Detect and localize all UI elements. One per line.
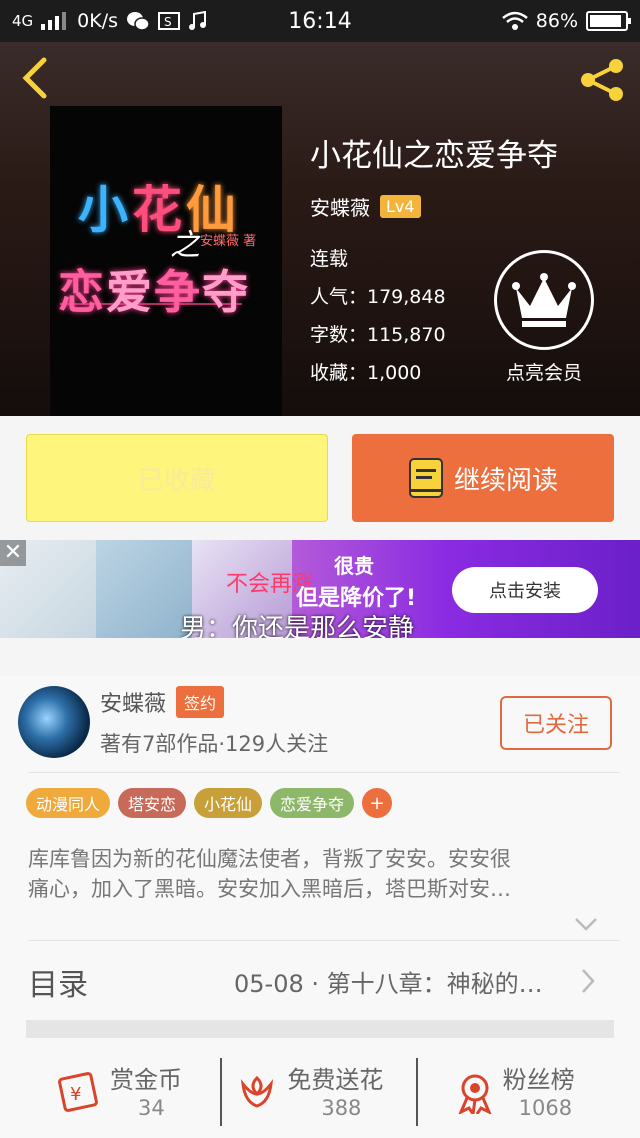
author-row[interactable]: 安蝶薇 Lv4 <box>310 192 421 221</box>
word-count: 字数：115,870 <box>310 324 446 346</box>
reward-coins-stat[interactable]: ¥ 赏金币 34 <box>0 1058 213 1138</box>
fan-rank-label: 粉丝榜 <box>502 1066 575 1094</box>
chevron-down-icon <box>575 918 597 931</box>
ad-install-button[interactable]: 点击安装 <box>452 567 598 613</box>
battery-icon <box>586 11 631 31</box>
serial-status: 连载 <box>310 248 349 270</box>
tag-2[interactable]: 小花仙 <box>194 788 263 818</box>
level-badge: Lv4 <box>380 195 421 218</box>
toc-title: 目录 <box>28 968 88 1003</box>
continue-read-button[interactable]: 继续阅读 <box>352 434 614 522</box>
share-button[interactable] <box>578 58 628 102</box>
back-button[interactable] <box>16 56 56 100</box>
section-gap <box>26 1020 614 1038</box>
divider <box>28 772 620 773</box>
continue-read-label: 继续阅读 <box>453 465 558 496</box>
detail-panel: 安蝶薇 签约 著有7部作品·129人关注 已关注 动漫同人 塔安恋 小花仙 恋爱… <box>0 676 640 1138</box>
ad-overlay-text: 男：你还是那么安静 <box>180 614 415 638</box>
ad-image-2 <box>96 540 192 638</box>
description-line-1: 库库鲁因为新的花仙魔法使者，背叛了安安。安安很 <box>28 847 511 871</box>
flower-icon <box>241 1075 274 1108</box>
chevron-left-icon <box>22 57 47 99</box>
cover-title-line2: 恋爱争夺 <box>58 265 250 319</box>
stat-separator <box>416 1058 418 1126</box>
author-card-name-row: 安蝶薇 签约 <box>100 686 225 718</box>
collected-button[interactable]: 已收藏 <box>26 434 328 522</box>
popularity: 人气：179,848 <box>310 286 446 308</box>
divider <box>28 940 620 941</box>
book-header: 小花仙 之 安蝶薇 著 恋爱争夺 小花仙之恋爱争夺 安蝶薇 Lv4 连载 人气：… <box>0 42 640 416</box>
share-icon <box>581 59 623 101</box>
red-envelope-icon: ¥ <box>58 1072 98 1112</box>
member-label: 点亮会员 <box>505 362 582 384</box>
signed-badge: 签约 <box>176 686 225 718</box>
author-card-subtitle: 著有7部作品·129人关注 <box>100 732 329 756</box>
description-line-2: 痛心，加入了黑暗。安安加入黑暗后，塔巴斯对安… <box>28 877 511 901</box>
cover-author: 安蝶薇 著 <box>200 234 257 249</box>
svg-text:¥: ¥ <box>70 1084 81 1105</box>
medal-icon <box>458 1074 492 1114</box>
book-meta: 连载 人气：179,848 字数：115,870 收藏：1,000 <box>310 240 446 392</box>
status-bar: 4G 0K/s S 16:14 86% <box>0 0 640 42</box>
member-button[interactable]: 点亮会员 <box>494 250 594 385</box>
send-flower-label: 免费送花 <box>287 1066 384 1094</box>
ad-close-button[interactable]: ✕ <box>0 540 26 566</box>
fan-rank-stat[interactable]: 粉丝榜 1068 <box>427 1058 640 1138</box>
stats-bar: ¥ 赏金币 34 免费送花 388 粉丝榜 1068 <box>0 1058 640 1138</box>
author-card-name[interactable]: 安蝶薇 <box>100 686 166 718</box>
tag-0[interactable]: 动漫同人 <box>26 788 111 818</box>
chevron-right-icon <box>582 969 595 993</box>
tag-list: 动漫同人 塔安恋 小花仙 恋爱争夺 + <box>26 788 393 818</box>
crown-icon <box>512 273 576 327</box>
expand-description-button[interactable] <box>574 916 598 935</box>
fan-rank-value: 1068 <box>518 1096 573 1120</box>
author-avatar[interactable] <box>18 686 90 758</box>
author-name[interactable]: 安蝶薇 <box>310 192 370 221</box>
book-cover[interactable]: 小花仙 之 安蝶薇 著 恋爱争夺 <box>50 106 282 416</box>
tag-1[interactable]: 塔安恋 <box>118 788 187 818</box>
action-bar: 已收藏 继续阅读 <box>0 416 640 540</box>
send-flower-stat[interactable]: 免费送花 388 <box>213 1058 426 1138</box>
latest-chapter: 05-08 · 第十八章：神秘的… <box>234 970 543 998</box>
favorite-count: 收藏：1,000 <box>310 362 422 384</box>
book-title: 小花仙之恋爱争夺 <box>310 138 558 174</box>
battery-percent: 86% <box>535 10 578 32</box>
book-description[interactable]: 库库鲁因为新的花仙魔法使者，背叛了安安。安安很 痛心，加入了黑暗。安安加入黑暗后… <box>28 844 616 904</box>
wifi-icon <box>501 11 528 30</box>
ad-text-2: 很贵 <box>334 554 374 578</box>
follow-button[interactable]: 已关注 <box>500 696 612 750</box>
toc-arrow <box>580 968 596 998</box>
table-of-contents-row[interactable]: 目录 05-08 · 第十八章：神秘的… <box>0 946 640 1016</box>
reward-coins-value: 34 <box>138 1096 165 1120</box>
reward-coins-label: 赏金币 <box>110 1066 182 1094</box>
send-flower-value: 388 <box>321 1096 362 1120</box>
tag-3[interactable]: 恋爱争夺 <box>270 788 355 818</box>
add-tag-button[interactable]: + <box>362 788 393 818</box>
ad-banner[interactable]: ✕ 不会再涨 很贵 但是降价了! 男：你还是那么安静 点击安装 <box>0 540 640 638</box>
book-icon <box>408 458 443 498</box>
